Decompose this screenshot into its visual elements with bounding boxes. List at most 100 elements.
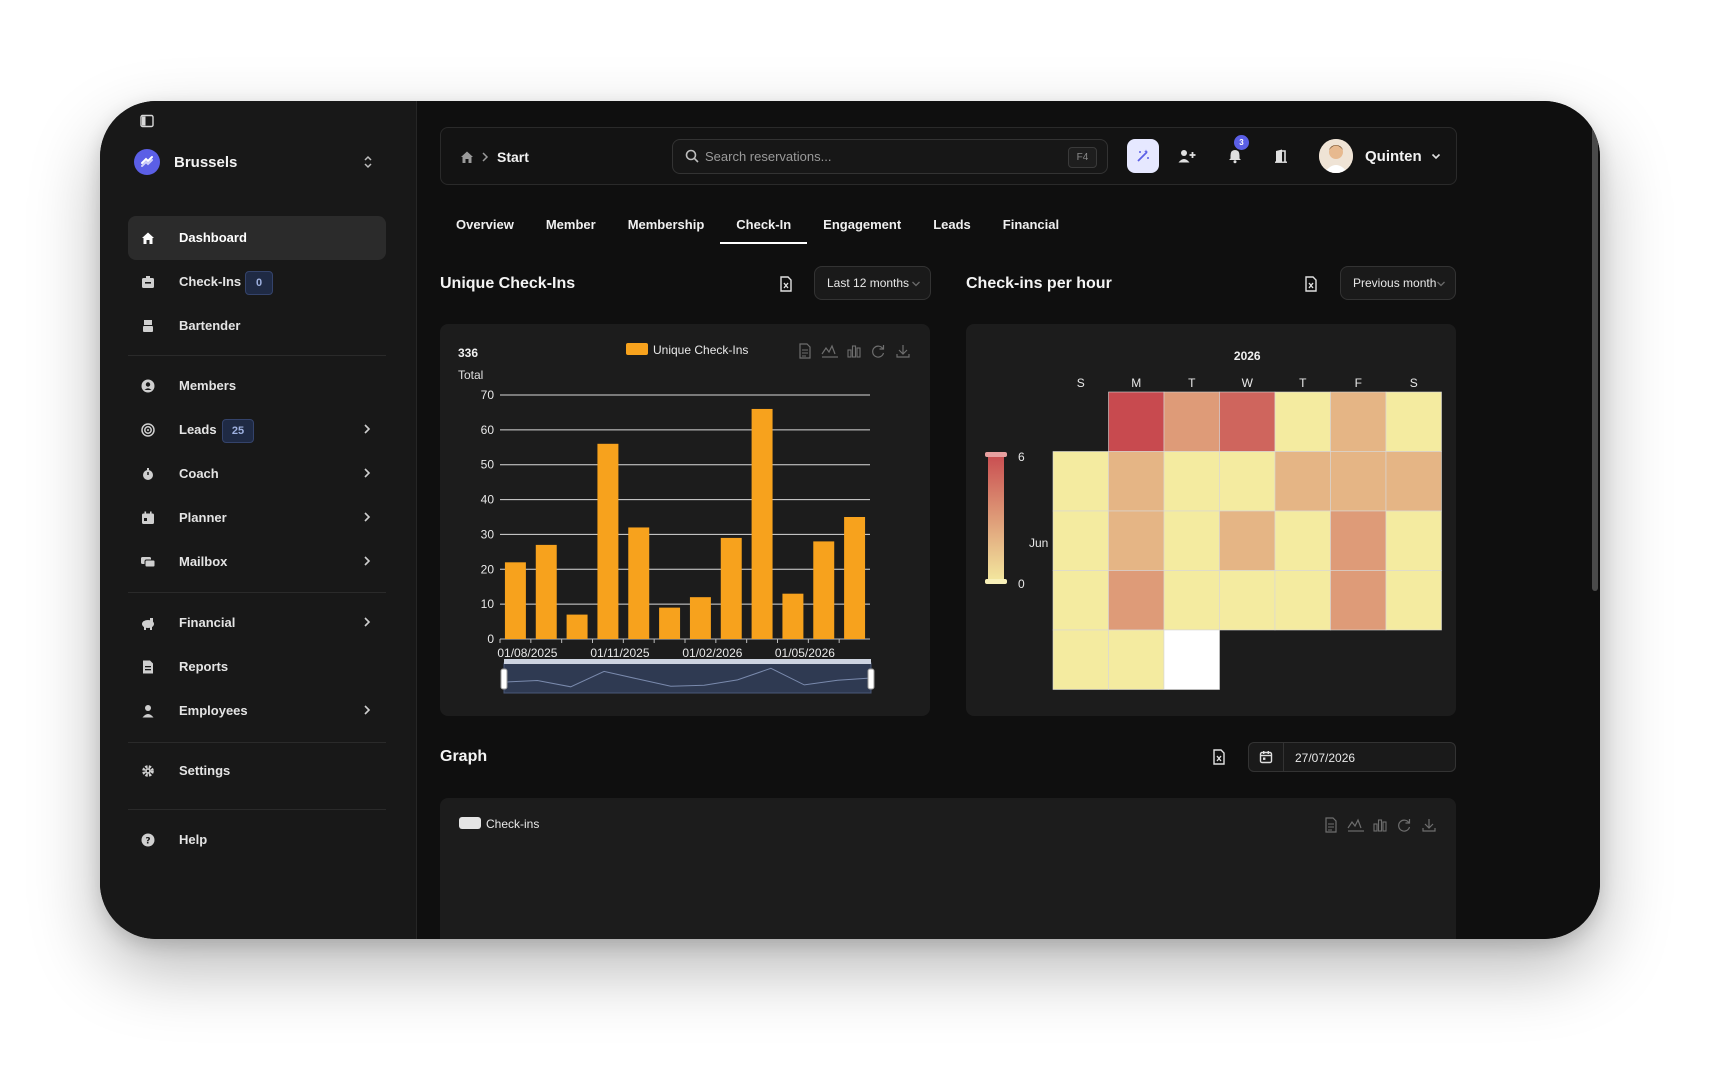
tab-financial[interactable]: Financial [987,208,1075,242]
sidebar-item-label: Planner [179,510,227,525]
heatmap-cell [1219,570,1276,631]
y-tick-label: 60 [481,423,495,437]
sidebar-divider [128,742,386,743]
app-window: Brussels Dashboard Check-Ins 0 Bartender… [100,101,1600,939]
sidebar-item-bartender[interactable]: Bartender [128,304,386,348]
checkins-calendar-heatmap: 2026 S M T W T F S 6 0 Jun [985,349,1442,690]
y-tick-label: 10 [481,597,495,611]
search-input[interactable]: Search reservations... F4 [672,139,1108,174]
sidebar-item-check-ins[interactable]: Check-Ins 0 [128,260,386,304]
checkins-legend-swatch [459,817,481,829]
planner-icon [140,510,156,526]
export-excel-icon[interactable] [1304,276,1318,292]
user-menu[interactable]: Quinten [1319,138,1442,174]
checkins-count-badge: 0 [245,271,273,295]
tab-engagement[interactable]: Engagement [807,208,917,242]
main-scrollbar[interactable] [1590,121,1600,591]
heatmap-cell [1219,391,1276,452]
sidebar-item-label: Settings [179,763,231,778]
heatmap-cell [1330,391,1387,452]
y-tick-label: 70 [481,388,495,402]
heatmap-cell [1274,451,1331,512]
unique-checkins-range-select[interactable]: Last 12 months [814,266,931,300]
refresh-icon[interactable] [1396,817,1412,833]
heatmap-cell [1330,570,1387,631]
sidebar-item-dashboard[interactable]: Dashboard [128,216,386,260]
notification-count-badge: 3 [1234,135,1249,150]
sidebar-item-label: Bartender [179,318,241,333]
heatmap-cell [1219,451,1276,512]
sidebar-item-reports[interactable]: Reports [128,645,386,689]
sidebar-item-label: Coach [179,466,219,481]
leads-icon [140,422,156,438]
notifications-button[interactable]: 3 [1219,135,1251,173]
bar [597,443,619,639]
tab-membership[interactable]: Membership [612,208,721,242]
sidebar-toggle-icon[interactable] [140,114,156,130]
sidebar-item-planner[interactable]: Planner [128,496,386,540]
sidebar-item-label: Employees [179,703,248,718]
chevron-right-icon [360,615,374,629]
sidebar-item-label: Members [179,378,237,393]
add-member-button[interactable] [1171,139,1203,173]
sidebar-item-members[interactable]: Members [128,364,386,408]
sidebar-item-mailbox[interactable]: Mailbox [128,540,386,584]
tab-overview[interactable]: Overview [440,208,530,242]
export-excel-icon[interactable] [779,276,793,292]
bar [782,593,804,639]
sidebar-item-coach[interactable]: Coach [128,452,386,496]
bar [751,408,773,639]
sidebar-item-label: Financial [179,615,236,630]
sidebar-item-label: Check-Ins [179,274,242,289]
tab-check-in[interactable]: Check-In [720,208,808,244]
sidebar-item-employees[interactable]: Employees [128,689,386,733]
search-icon [685,149,699,163]
heatmap-cell [1385,570,1442,631]
coach-icon [140,466,156,482]
export-excel-icon[interactable] [1212,749,1226,765]
avatar [1319,139,1353,173]
color-scale-max-label: 6 [1018,450,1025,464]
download-icon[interactable] [1421,817,1437,833]
checkins-per-hour-range-select[interactable]: Previous month [1340,266,1456,300]
financial-icon [140,615,156,631]
legend-label: Unique Check-Ins [653,343,748,357]
heatmap-cell [1385,391,1442,452]
weekday-label: F [1355,376,1362,390]
sidebar-item-help[interactable]: ? Help [128,818,386,862]
tab-leads[interactable]: Leads [917,208,987,242]
x-tick-label: 01/02/2026 [682,646,742,660]
graph-date-picker[interactable]: 27/07/2026 [1248,742,1456,772]
sidebar-item-financial[interactable]: Financial [128,601,386,645]
color-scale-bar [988,452,1004,584]
bar-chart-icon[interactable] [1372,817,1388,833]
month-label: Jun [1029,536,1048,550]
range-select-value: Last 12 months [827,276,910,290]
breadcrumb: Start [459,149,529,165]
magic-wand-button[interactable] [1127,139,1159,173]
y-tick-label: 20 [481,562,495,576]
bartender-icon [140,318,156,334]
heatmap-cell [1330,451,1387,512]
sidebar-item-settings[interactable]: Settings [128,749,386,793]
bar [689,597,711,639]
tab-member[interactable]: Member [530,208,612,242]
heatmap-cell [1108,570,1165,631]
chevron-right-icon [360,554,374,568]
data-view-icon[interactable] [1324,817,1338,833]
graph-panel: Check-ins [440,798,1456,939]
checkins-legend-label: Check-ins [486,817,540,831]
door-button[interactable] [1265,139,1297,173]
line-chart-icon[interactable] [1347,817,1365,833]
breadcrumb-current: Start [497,149,529,165]
main-content: Start Search reservations... F4 3 Quinte… [417,101,1600,939]
sidebar-item-leads[interactable]: Leads 25 [128,408,386,452]
heatmap-cell [1052,629,1109,690]
workspace-switcher[interactable]: Brussels [134,147,374,177]
bar [628,527,650,639]
scrollbar-thumb[interactable] [1592,121,1598,591]
color-scale-bottom-handle [985,579,1007,584]
home-icon[interactable] [459,149,475,165]
bar [813,541,835,639]
employees-icon [140,703,156,719]
